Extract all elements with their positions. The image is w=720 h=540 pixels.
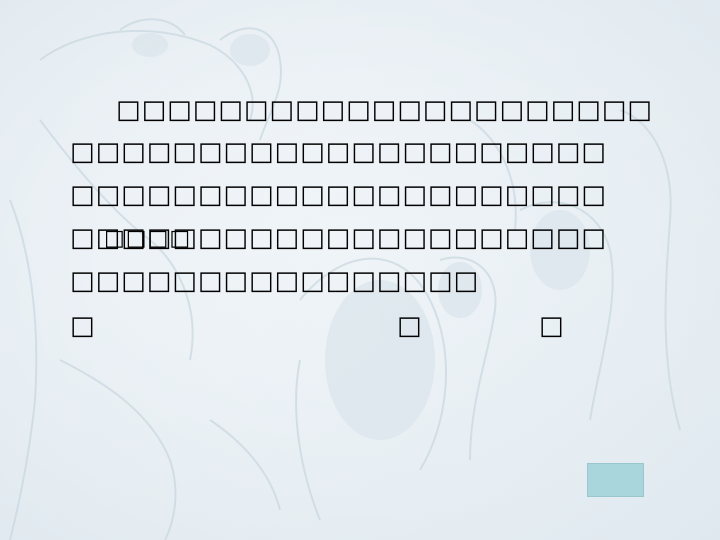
nav-button[interactable] <box>587 463 644 497</box>
text-line-6: □ <box>70 311 96 341</box>
text-line-8: □ <box>539 311 565 341</box>
text-line-5: □□□□□□□□□□□□□□□□ <box>70 266 480 296</box>
overlay-text: □□□□ <box>104 226 192 251</box>
text-line-1: □□□□□□□□□□□□□□□□□□□□□ <box>116 95 653 125</box>
text-line-2: □□□□□□□□□□□□□□□□□□□□□ <box>70 137 607 167</box>
slide: □□□□□□□□□□□□□□□□□□□□□ □□□□□□□□□□□□□□□□□□… <box>0 0 720 540</box>
text-line-7: □ <box>397 311 423 341</box>
text-line-3: □□□□□□□□□□□□□□□□□□□□□ <box>70 180 607 210</box>
